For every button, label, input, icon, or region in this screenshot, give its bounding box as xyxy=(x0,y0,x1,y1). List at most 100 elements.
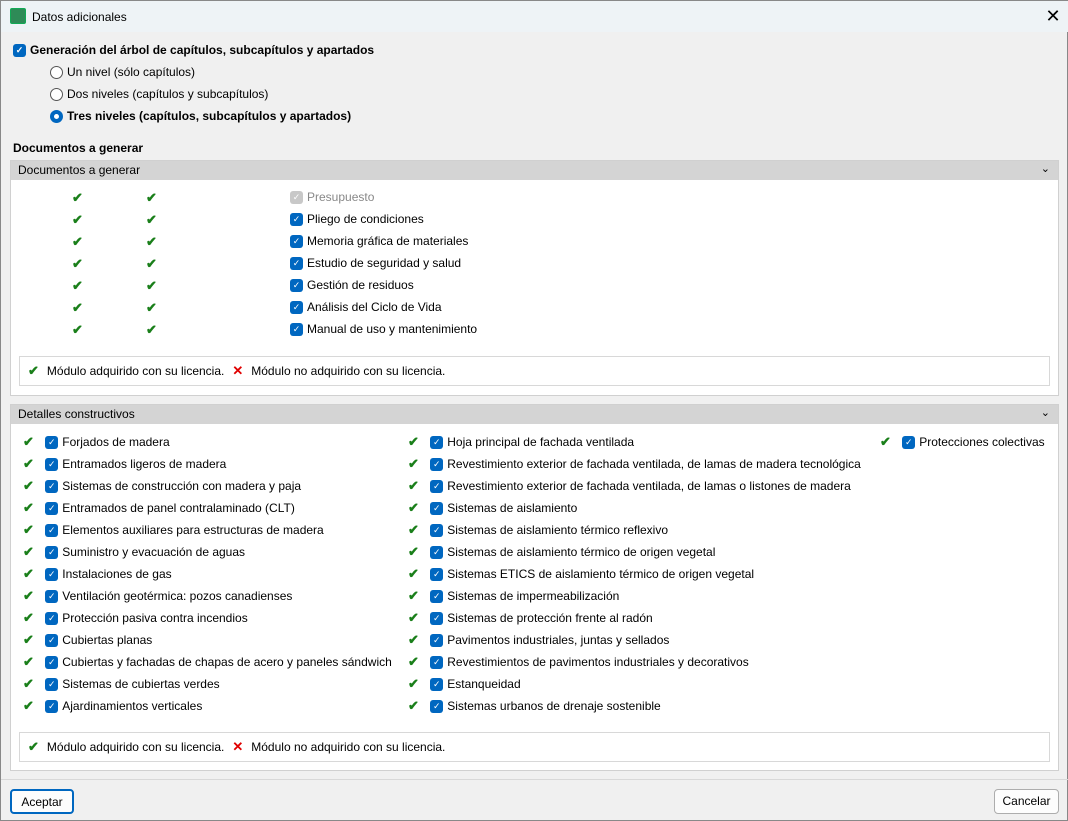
checkbox-icon[interactable]: ✓ xyxy=(45,589,59,603)
detail-item[interactable]: ✔ ✓ Sistemas ETICS de aislamiento térmico… xyxy=(408,566,754,582)
check-icon: ✔ xyxy=(408,676,419,691)
checkbox-icon[interactable]: ✓ xyxy=(430,479,444,493)
checkbox-icon[interactable]: ✓ xyxy=(45,655,59,669)
checkbox-icon[interactable]: ✓ xyxy=(45,457,59,471)
detail-item[interactable]: ✔ ✓ Estanqueidad xyxy=(408,676,521,692)
doc-label: Estudio de seguridad y salud xyxy=(307,256,462,270)
checkbox-icon[interactable]: ✓ xyxy=(290,300,303,314)
detail-item[interactable]: ✔ ✓ Hoja principal de fachada ventilada xyxy=(408,434,634,450)
detail-label: Suministro y evacuación de aguas xyxy=(62,545,246,559)
detail-item[interactable]: ✔ ✓ Ajardinamientos verticales xyxy=(23,698,202,714)
checkbox-icon[interactable]: ✓ xyxy=(430,435,444,449)
check-icon: ✔ xyxy=(408,632,419,647)
checkbox-icon[interactable]: ✓ xyxy=(13,43,26,57)
docs-section-label: Documentos a generar xyxy=(13,141,144,155)
detail-item[interactable]: ✔ ✓ Instalaciones de gas xyxy=(23,566,172,582)
checkbox-icon[interactable]: ✓ xyxy=(45,611,59,625)
radio-icon[interactable] xyxy=(50,109,63,123)
checkbox-icon[interactable]: ✓ xyxy=(430,589,444,603)
detail-item[interactable]: ✔ ✓ Sistemas de aislamiento térmico de or… xyxy=(408,544,715,560)
checkbox-icon[interactable]: ✓ xyxy=(430,677,444,691)
checkbox-icon[interactable]: ✓ xyxy=(430,567,444,581)
checkbox-icon[interactable]: ✓ xyxy=(430,699,444,713)
doc-item[interactable]: ✓ Memoria gráfica de materiales xyxy=(290,234,468,248)
checkbox-icon[interactable]: ✓ xyxy=(902,435,916,449)
checkbox-icon[interactable]: ✓ xyxy=(290,278,303,292)
checkbox-icon[interactable]: ✓ xyxy=(290,322,303,336)
close-icon[interactable]: ✕ xyxy=(1041,5,1065,27)
details-panel-header[interactable]: Detalles constructivos ⌄ xyxy=(11,405,1058,424)
detail-item[interactable]: ✔ ✓ Sistemas de aislamiento xyxy=(408,500,577,516)
legend-not-acquired: Módulo no adquirido con su licencia. xyxy=(251,364,446,378)
accept-button[interactable]: Aceptar xyxy=(10,789,74,814)
check-icon: ✔ xyxy=(880,434,891,449)
radio-icon[interactable] xyxy=(50,65,63,79)
checkbox-icon[interactable]: ✓ xyxy=(45,699,59,713)
detail-label: Sistemas de cubiertas verdes xyxy=(62,677,220,691)
checkbox-icon[interactable]: ✓ xyxy=(45,523,59,537)
checkbox-icon[interactable]: ✓ xyxy=(45,479,59,493)
detail-item[interactable]: ✔ ✓ Sistemas de protección frente al radó… xyxy=(408,610,653,626)
detail-item[interactable]: ✔ ✓ Sistemas de cubiertas verdes xyxy=(23,676,220,692)
radio-icon[interactable] xyxy=(50,87,63,101)
detail-label: Protección pasiva contra incendios xyxy=(62,611,248,625)
checkbox-icon[interactable]: ✓ xyxy=(45,545,59,559)
detail-item[interactable]: ✔ ✓ Sistemas de impermeabilización xyxy=(408,588,619,604)
detail-label: Ajardinamientos verticales xyxy=(62,699,203,713)
checkbox-icon[interactable]: ✓ xyxy=(430,545,444,559)
checkbox-icon[interactable]: ✓ xyxy=(290,212,303,226)
detail-item[interactable]: ✔ ✓ Revestimiento exterior de fachada ven… xyxy=(408,456,861,472)
docs-panel-header[interactable]: Documentos a generar ⌄ xyxy=(11,161,1058,180)
checkbox-icon[interactable]: ✓ xyxy=(290,234,303,248)
detail-item[interactable]: ✔ ✓ Ventilación geotérmica: pozos canadie… xyxy=(23,588,292,604)
checkbox-icon[interactable]: ✓ xyxy=(45,501,59,515)
detail-item[interactable]: ✔ ✓ Revestimiento exterior de fachada ven… xyxy=(408,478,851,494)
detail-item[interactable]: ✔ ✓ Sistemas urbanos de drenaje sostenibl… xyxy=(408,698,661,714)
detail-item[interactable]: ✔ ✓ Protección pasiva contra incendios xyxy=(23,610,248,626)
check-icon: ✔ xyxy=(23,522,34,537)
title-bar xyxy=(1,1,1068,32)
checkbox-icon[interactable]: ✓ xyxy=(430,633,444,647)
detail-item[interactable]: ✔ ✓ Cubiertas planas xyxy=(23,632,152,648)
checkbox-icon[interactable]: ✓ xyxy=(290,256,303,270)
checkbox-icon[interactable]: ✓ xyxy=(430,501,444,515)
checkbox-icon[interactable]: ✓ xyxy=(430,611,444,625)
doc-item[interactable]: ✓ Análisis del Ciclo de Vida xyxy=(290,300,442,314)
detail-label: Pavimentos industriales, juntas y sellad… xyxy=(447,633,670,647)
checkbox-icon[interactable]: ✓ xyxy=(45,567,59,581)
radio-option[interactable]: Tres niveles (capítulos, subcapítulos y … xyxy=(50,109,351,123)
doc-item[interactable]: ✓ Manual de uso y mantenimiento xyxy=(290,322,477,336)
tree-checkbox[interactable]: ✓ Generación del árbol de capítulos, sub… xyxy=(13,43,374,57)
checkbox-icon[interactable]: ✓ xyxy=(45,633,59,647)
detail-item[interactable]: ✔ ✓ Suministro y evacuación de aguas xyxy=(23,544,245,560)
detail-item[interactable]: ✔ ✓ Forjados de madera xyxy=(23,434,170,450)
detail-item[interactable]: ✔ ✓ Sistemas de aislamiento térmico refle… xyxy=(408,522,668,538)
chevron-down-icon[interactable]: ⌄ xyxy=(1041,162,1050,175)
radio-option[interactable]: Un nivel (sólo capítulos) xyxy=(50,65,195,79)
detail-item[interactable]: ✔ ✓ Cubiertas y fachadas de chapas de ace… xyxy=(23,654,392,670)
cancel-button[interactable]: Cancelar xyxy=(994,789,1059,814)
detail-item[interactable]: ✔ ✓ Pavimentos industriales, juntas y sel… xyxy=(408,632,669,648)
check-icon: ✔ xyxy=(408,478,419,493)
doc-item[interactable]: ✓ Pliego de condiciones xyxy=(290,212,424,226)
detail-item[interactable]: ✔ ✓ Protecciones colectivas xyxy=(880,434,1045,450)
doc-item[interactable]: ✓ Estudio de seguridad y salud xyxy=(290,256,461,270)
doc-item[interactable]: ✓ Gestión de residuos xyxy=(290,278,414,292)
footer-divider xyxy=(1,779,1068,780)
checkbox-icon[interactable]: ✓ xyxy=(430,655,444,669)
detail-item[interactable]: ✔ ✓ Elementos auxiliares para estructuras… xyxy=(23,522,324,538)
detail-item[interactable]: ✔ ✓ Entramados de panel contralaminado (C… xyxy=(23,500,295,516)
chevron-down-icon[interactable]: ⌄ xyxy=(1041,406,1050,419)
detail-item[interactable]: ✔ ✓ Entramados ligeros de madera xyxy=(23,456,226,472)
check-icon: ✔ xyxy=(23,566,34,581)
checkbox-icon[interactable]: ✓ xyxy=(430,523,444,537)
radio-option[interactable]: Dos niveles (capítulos y subcapítulos) xyxy=(50,87,268,101)
checkbox-icon[interactable]: ✓ xyxy=(45,677,59,691)
detail-item[interactable]: ✔ ✓ Revestimientos de pavimentos industri… xyxy=(408,654,749,670)
checkbox-icon[interactable]: ✓ xyxy=(45,435,59,449)
detail-label: Ventilación geotérmica: pozos canadiense… xyxy=(62,589,293,603)
detail-label: Entramados de panel contralaminado (CLT) xyxy=(62,501,295,515)
detail-item[interactable]: ✔ ✓ Sistemas de construcción con madera y… xyxy=(23,478,301,494)
checkbox-icon[interactable]: ✓ xyxy=(430,457,444,471)
check-icon: ✔ xyxy=(28,363,39,378)
